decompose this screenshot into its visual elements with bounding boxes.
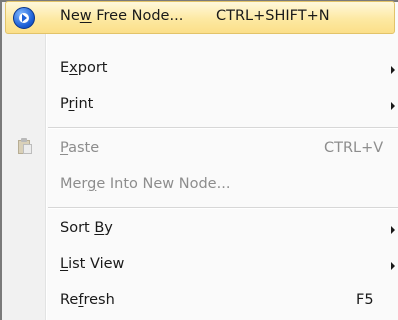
label-text: resh xyxy=(83,292,115,308)
paste-icon-sheet xyxy=(23,144,32,154)
access-key: L xyxy=(60,256,69,272)
shortcut-text: F5 xyxy=(356,292,374,308)
access-key: w xyxy=(79,8,92,24)
access-key: g xyxy=(87,176,97,192)
menu-item-label: Sort By xyxy=(60,220,113,236)
menu-item-label: Paste xyxy=(60,140,99,156)
paste-icon-clip xyxy=(21,138,27,142)
menu-item-refresh[interactable]: Refresh F5 xyxy=(2,284,398,320)
paste-icon xyxy=(18,138,32,154)
submenu-arrow-icon xyxy=(391,226,395,234)
label-text: P xyxy=(60,96,69,112)
menu-item-list-view[interactable]: List View xyxy=(2,248,398,284)
menu-item-merge-into-new-node[interactable]: Merge Into New Node... xyxy=(2,168,398,204)
label-text: Free Node... xyxy=(91,8,184,24)
label-text: Re xyxy=(60,292,79,308)
menu-item-print[interactable]: Print xyxy=(2,88,398,124)
menu-item-sort-by[interactable]: Sort By xyxy=(2,212,398,248)
submenu-arrow-icon xyxy=(391,66,395,74)
menu-item-label: New Free Node... xyxy=(60,8,183,24)
submenu-arrow-icon xyxy=(391,262,395,270)
label-text: aste xyxy=(68,140,100,156)
menu-separator-highlight xyxy=(48,208,398,209)
access-key: P xyxy=(60,140,69,156)
menu-item-label: Refresh xyxy=(60,292,115,308)
menu-item-label: List View xyxy=(60,256,124,272)
label-text: Ne xyxy=(60,8,80,24)
menu-separator-highlight xyxy=(48,128,398,129)
menu-item-label: Merge Into New Node... xyxy=(60,176,230,192)
new-node-icon-arrow xyxy=(22,14,27,22)
label-text: y xyxy=(104,220,113,236)
context-menu: New Free Node... CTRL+SHIFT+N Export Pri… xyxy=(0,0,398,320)
menu-item-new-free-node[interactable]: New Free Node... CTRL+SHIFT+N xyxy=(2,0,398,36)
shortcut-text: CTRL+V xyxy=(324,140,384,156)
label-text: int xyxy=(74,96,94,112)
label-text: Mer xyxy=(60,176,88,192)
access-key: B xyxy=(94,220,105,236)
label-text: E xyxy=(60,60,70,76)
new-node-icon xyxy=(13,7,35,29)
shortcut-text: CTRL+SHIFT+N xyxy=(216,8,330,24)
menu-item-paste[interactable]: Paste CTRL+V xyxy=(2,132,398,168)
label-text: ist View xyxy=(68,256,125,272)
menu-item-label: Print xyxy=(60,96,93,112)
label-text: port xyxy=(77,60,108,76)
label-text: e Into New Node... xyxy=(96,176,231,192)
access-key: x xyxy=(69,60,78,76)
submenu-arrow-icon xyxy=(391,102,395,110)
menu-item-export[interactable]: Export xyxy=(2,52,398,88)
menu-item-label: Export xyxy=(60,60,108,76)
label-text: Sort xyxy=(60,220,95,236)
